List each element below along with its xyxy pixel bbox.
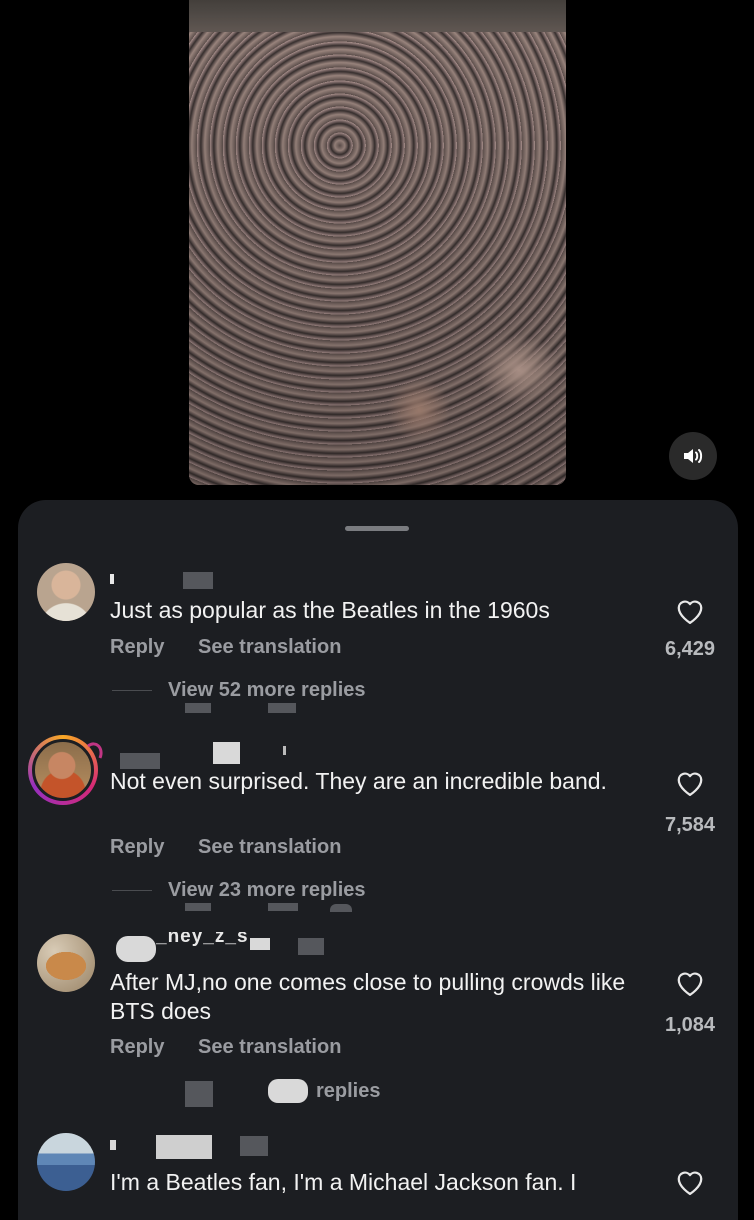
like-group: 7,584 [660, 769, 720, 837]
see-translation-button[interactable]: See translation [198, 636, 341, 658]
username-redacted [213, 742, 240, 764]
mute-toggle-button[interactable] [669, 432, 717, 480]
username-redacted [183, 572, 213, 589]
username-partial: _ney_z_s [156, 932, 249, 946]
comment-text: I'm a Beatles fan, I'm a Michael Jackson… [110, 1169, 577, 1195]
video-player[interactable] [189, 0, 566, 485]
redaction-block [268, 903, 298, 911]
reply-button[interactable]: Reply [110, 636, 164, 658]
avatar[interactable] [37, 934, 95, 992]
see-translation-button[interactable]: See translation [198, 836, 341, 858]
redaction-block [185, 1081, 213, 1107]
heart-icon[interactable] [675, 769, 705, 797]
redaction-block [268, 703, 296, 713]
reply-button[interactable]: Reply [110, 1036, 164, 1058]
divider-line [112, 890, 152, 892]
comment-actions: Reply See translation [110, 636, 369, 659]
reply-button[interactable]: Reply [110, 836, 164, 858]
see-translation-button[interactable]: See translation [198, 1036, 341, 1058]
redaction-block [268, 1079, 308, 1103]
view-more-replies-button[interactable]: View 23 more replies [112, 879, 366, 902]
avatar[interactable] [37, 1133, 95, 1191]
like-group [660, 1168, 720, 1201]
comment-actions: Reply See translation [110, 836, 369, 859]
redaction-block [185, 903, 211, 911]
avatar[interactable] [37, 563, 95, 621]
redaction-block [330, 904, 352, 912]
divider-line [112, 690, 152, 692]
redaction-block [185, 703, 211, 713]
view-more-replies-button[interactable]: View 52 more replies [112, 679, 366, 702]
username-redacted [110, 574, 114, 584]
comment-text: After MJ,no one comes close to pulling c… [110, 969, 626, 1024]
view-more-replies-button[interactable]: replies [316, 1080, 380, 1103]
heart-icon[interactable] [675, 1168, 705, 1196]
like-count: 6,429 [664, 638, 716, 660]
heart-icon[interactable] [675, 969, 705, 997]
comment-text: Just as popular as the Beatles in the 19… [110, 597, 550, 623]
sheet-drag-handle[interactable] [345, 526, 409, 531]
username-redacted [116, 936, 156, 962]
username-redacted [283, 746, 286, 755]
username-redacted [110, 1140, 116, 1150]
like-group: 1,084 [660, 969, 720, 1037]
heart-icon[interactable] [675, 597, 705, 625]
comment-text: Not even surprised. They are an incredib… [110, 768, 607, 794]
username-redacted [298, 938, 324, 955]
username-redacted [156, 1135, 212, 1159]
like-group: 6,429 [660, 597, 720, 661]
username-redacted [250, 938, 270, 950]
ring-curl-decoration [87, 742, 103, 759]
username-redacted [240, 1136, 268, 1156]
comment-actions: Reply See translation [110, 1036, 369, 1059]
speaker-icon [684, 449, 703, 463]
like-count: 7,584 [664, 814, 716, 836]
like-count: 1,084 [664, 1014, 716, 1036]
